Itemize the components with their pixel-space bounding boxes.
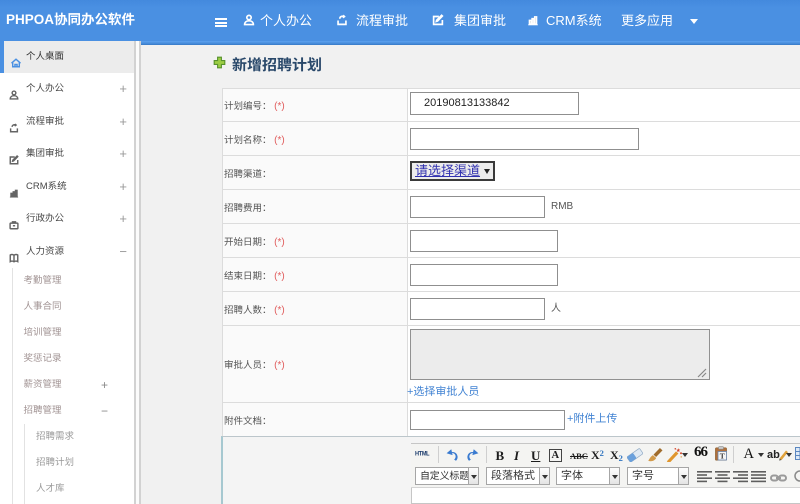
svg-text:ab: ab	[767, 449, 780, 461]
svg-text:T: T	[720, 452, 725, 461]
